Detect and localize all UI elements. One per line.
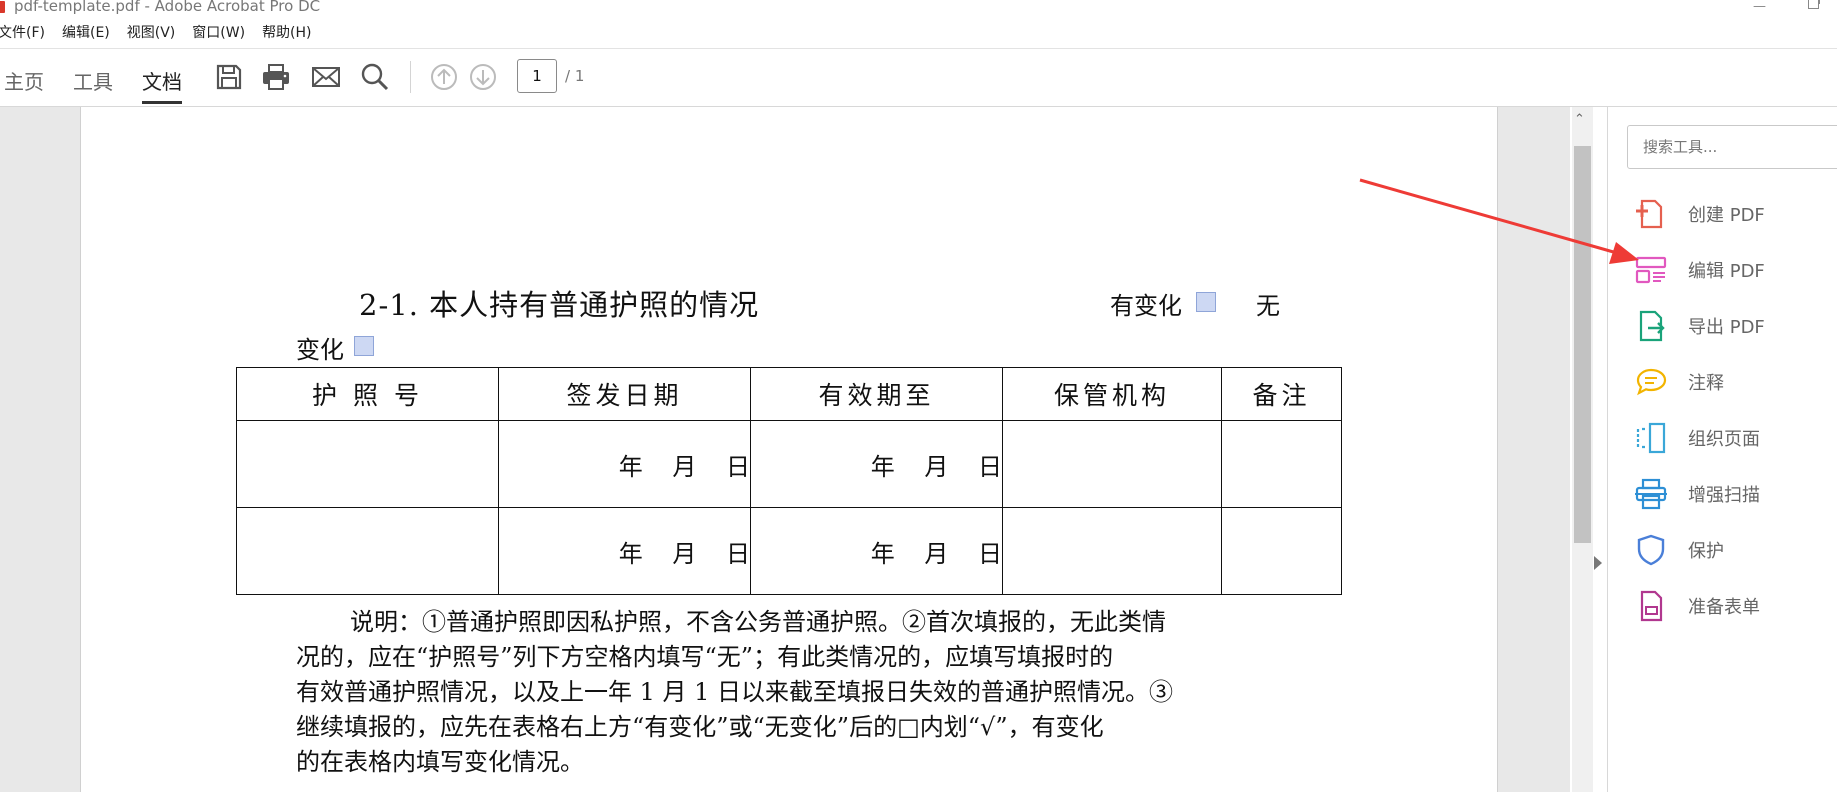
window-title: pdf-template.pdf - Adobe Acrobat Pro DC bbox=[14, 0, 321, 15]
menu-window[interactable]: 窗口(W) bbox=[192, 20, 245, 46]
prepare-form-icon bbox=[1634, 589, 1668, 623]
organize-pages-icon bbox=[1634, 421, 1668, 455]
comment-icon bbox=[1634, 365, 1668, 399]
tool-label: 创建 PDF bbox=[1688, 205, 1765, 226]
tool-label: 编辑 PDF bbox=[1688, 261, 1765, 282]
search-tools-input[interactable]: 搜索工具... bbox=[1627, 125, 1837, 169]
menu-view[interactable]: 视图(V) bbox=[127, 20, 176, 46]
acrobat-app-icon bbox=[0, 1, 5, 13]
menu-edit[interactable]: 编辑(E) bbox=[62, 20, 110, 46]
tab-tools[interactable]: 工具 bbox=[73, 66, 113, 95]
note-line: 的在表格内填写变化情况。 bbox=[296, 748, 584, 776]
toolbar: 主页 工具 文档 1 / 1 bbox=[0, 49, 1837, 107]
tool-create-pdf[interactable]: 创建 PDF bbox=[1634, 194, 1834, 234]
table-cell bbox=[236, 507, 499, 595]
table-cell bbox=[1221, 420, 1342, 508]
tool-organize-pages[interactable]: 组织页面 bbox=[1634, 418, 1834, 458]
changed-checkbox[interactable] bbox=[1196, 292, 1216, 312]
tab-home[interactable]: 主页 bbox=[4, 66, 44, 95]
section-heading: 2-1. 本人持有普通护照的情况 bbox=[359, 288, 760, 322]
table-cell bbox=[1002, 507, 1222, 595]
email-icon[interactable] bbox=[310, 61, 342, 93]
tool-comment[interactable]: 注释 bbox=[1634, 362, 1834, 402]
passport-table: 护 照 号 签发日期 有效期至 保管机构 备注 年 月 日 年 月 日 年 月 … bbox=[236, 367, 1342, 595]
tool-protect[interactable]: 保护 bbox=[1634, 530, 1834, 570]
annotation-arrow bbox=[1359, 178, 1639, 264]
note-line: 况的，应在“护照号”列下方空格内填写“无”；有此类情况的，应填写填报时的 bbox=[296, 643, 1114, 671]
previous-page-icon[interactable] bbox=[428, 61, 460, 93]
export-pdf-icon bbox=[1634, 309, 1668, 343]
header-custodian: 保管机构 bbox=[1002, 367, 1222, 421]
table-cell-date: 年 月 日 bbox=[498, 507, 751, 595]
protect-icon bbox=[1634, 533, 1668, 567]
print-icon[interactable] bbox=[260, 61, 292, 93]
search-icon[interactable] bbox=[359, 61, 391, 93]
minimize-icon[interactable]: — bbox=[1753, 0, 1766, 14]
header-expiry-date: 有效期至 bbox=[750, 367, 1003, 421]
table-row: 年 月 日 年 月 日 bbox=[236, 420, 1342, 508]
tool-label: 保护 bbox=[1688, 541, 1724, 562]
table-cell bbox=[1221, 507, 1342, 595]
unchanged-label-part1: 无 bbox=[1256, 292, 1280, 320]
table-cell bbox=[1002, 420, 1222, 508]
note-line: 继续填报的，应先在表格右上方“有变化”或“无变化”后的□内划“√”，有变化 bbox=[296, 713, 1104, 741]
changed-label: 有变化 bbox=[1110, 292, 1182, 320]
restore-icon[interactable] bbox=[1808, 0, 1820, 9]
menu-bar: 文件(F) 编辑(E) 视图(V) 窗口(W) 帮助(H) bbox=[0, 20, 329, 46]
menu-help[interactable]: 帮助(H) bbox=[262, 20, 311, 46]
page-total: / 1 bbox=[565, 67, 585, 85]
unchanged-checkbox[interactable] bbox=[354, 336, 374, 356]
tool-label: 准备表单 bbox=[1688, 597, 1760, 618]
scroll-up-icon[interactable]: ⌃ bbox=[1574, 112, 1585, 127]
table-cell bbox=[236, 420, 499, 508]
title-bar: pdf-template.pdf - Adobe Acrobat Pro DC … bbox=[0, 0, 1837, 16]
note-line: 说明：①普通护照即因私护照，不含公务普通护照。②首次填报的，无此类情 bbox=[350, 608, 1166, 636]
enhance-scan-icon bbox=[1634, 477, 1668, 511]
active-tab-indicator bbox=[142, 101, 182, 104]
tool-edit-pdf[interactable]: 编辑 PDF bbox=[1634, 250, 1834, 290]
save-icon[interactable] bbox=[213, 61, 245, 93]
page-number-input[interactable]: 1 bbox=[517, 59, 557, 93]
table-cell-date: 年 月 日 bbox=[498, 420, 751, 508]
menu-file[interactable]: 文件(F) bbox=[0, 20, 45, 46]
table-row: 年 月 日 年 月 日 bbox=[236, 507, 1342, 595]
table-cell-date: 年 月 日 bbox=[750, 420, 1003, 508]
table-cell-date: 年 月 日 bbox=[750, 507, 1003, 595]
tab-document[interactable]: 文档 bbox=[142, 66, 182, 95]
unchanged-label-part2: 变化 bbox=[296, 336, 344, 364]
table-header-row: 护 照 号 签发日期 有效期至 保管机构 备注 bbox=[236, 367, 1342, 421]
collapse-panel-icon[interactable] bbox=[1594, 556, 1602, 570]
header-issue-date: 签发日期 bbox=[498, 367, 751, 421]
next-page-icon[interactable] bbox=[467, 61, 499, 93]
tool-prepare-form[interactable]: 准备表单 bbox=[1634, 586, 1834, 626]
tool-label: 增强扫描 bbox=[1688, 485, 1760, 506]
tool-label: 注释 bbox=[1688, 373, 1724, 394]
header-remarks: 备注 bbox=[1221, 367, 1342, 421]
note-line: 有效普通护照情况，以及上一年 1 月 1 日以来截至填报日失效的普通护照情况。③ bbox=[296, 678, 1174, 706]
tool-label: 组织页面 bbox=[1688, 429, 1760, 450]
tool-enhance-scan[interactable]: 增强扫描 bbox=[1634, 474, 1834, 514]
header-passport-number: 护 照 号 bbox=[236, 367, 499, 421]
tool-export-pdf[interactable]: 导出 PDF bbox=[1634, 306, 1834, 346]
toolbar-divider bbox=[410, 61, 411, 93]
tool-label: 导出 PDF bbox=[1688, 317, 1765, 338]
